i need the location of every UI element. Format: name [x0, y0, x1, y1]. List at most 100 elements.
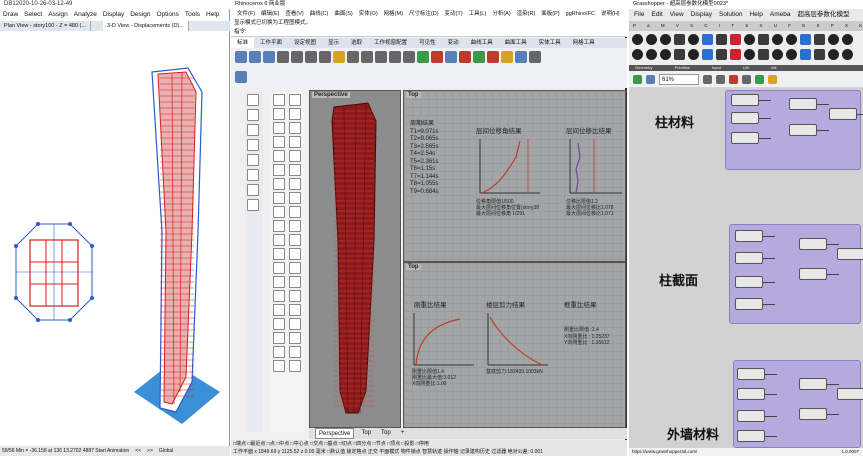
- sidebar-command-icon[interactable]: [273, 276, 285, 288]
- sidebar-command-icon[interactable]: [289, 150, 301, 162]
- gh-component[interactable]: [829, 108, 857, 120]
- ribbon-tab-transform[interactable]: 变动: [442, 38, 465, 48]
- gh-component-icon[interactable]: [730, 34, 741, 45]
- gh-component-tabs[interactable]: P a M V S C I T S X U F E X P X K R E: [629, 21, 863, 31]
- perspective-viewport[interactable]: Perspective: [309, 90, 401, 428]
- sidebar-tool-icon[interactable]: [247, 154, 259, 166]
- cut-icon[interactable]: [291, 51, 303, 63]
- zoom-level-field[interactable]: 61%: [659, 73, 699, 85]
- sidebar-command-icon[interactable]: [273, 150, 285, 162]
- sidebar-command-icon[interactable]: [273, 248, 285, 260]
- gh-component-icon[interactable]: [842, 34, 853, 45]
- anim-back-button[interactable]: <<: [135, 446, 141, 456]
- gh-component[interactable]: [799, 238, 827, 250]
- gh-component-icon[interactable]: [758, 49, 769, 60]
- sidebar-command-icon[interactable]: [289, 94, 301, 106]
- sidebar-command-icon[interactable]: [289, 178, 301, 190]
- sidebar-tool-icon[interactable]: [247, 199, 259, 211]
- paste-icon[interactable]: [319, 51, 331, 63]
- menu-tools[interactable]: Tools: [185, 9, 200, 20]
- gh-component[interactable]: [799, 378, 827, 390]
- menu-draw[interactable]: Draw: [3, 9, 18, 20]
- gh-component[interactable]: [799, 268, 827, 280]
- gh-open-icon[interactable]: [646, 74, 655, 84]
- rhino-menu-dimension[interactable]: 尺寸标注(D): [409, 9, 439, 19]
- rhino-menu-curve[interactable]: 曲线(C): [310, 9, 329, 19]
- gh-component-icon[interactable]: [744, 34, 755, 45]
- menu-options[interactable]: Options: [156, 9, 178, 20]
- sidebar-command-icon[interactable]: [289, 164, 301, 176]
- layer-icon[interactable]: [431, 51, 443, 63]
- sidebar-command-icon[interactable]: [289, 220, 301, 232]
- menu-display[interactable]: Display: [103, 9, 124, 20]
- gh-component[interactable]: [731, 112, 759, 124]
- gh-component-icon[interactable]: [688, 34, 699, 45]
- gh-menu-file[interactable]: File: [634, 9, 644, 21]
- sidebar-command-icon[interactable]: [273, 290, 285, 302]
- sidebar-command-icon[interactable]: [289, 332, 301, 344]
- sidebar-tool-icon[interactable]: [247, 169, 259, 181]
- zoom-icon[interactable]: [375, 51, 387, 63]
- rhino-menu-edit[interactable]: 编辑(E): [261, 9, 279, 19]
- gh-component-icon[interactable]: [702, 49, 713, 60]
- gh-component[interactable]: [789, 124, 817, 136]
- sidebar-command-icon[interactable]: [289, 360, 301, 372]
- gh-component-icon[interactable]: [814, 34, 825, 45]
- gh-component-icon[interactable]: [660, 34, 671, 45]
- properties-icon[interactable]: [445, 51, 457, 63]
- sidebar-command-icon[interactable]: [289, 290, 301, 302]
- undo-icon[interactable]: [333, 51, 345, 63]
- new-file-icon[interactable]: [235, 51, 247, 63]
- sidebar-command-icon[interactable]: [289, 192, 301, 204]
- gh-component-icon[interactable]: [800, 49, 811, 60]
- sidebar-command-icon[interactable]: [273, 346, 285, 358]
- sidebar-command-icon[interactable]: [273, 108, 285, 120]
- eye-icon[interactable]: [716, 74, 725, 84]
- sidebar-command-icon[interactable]: [273, 206, 285, 218]
- rhino-menu-ifc[interactable]: ggRhinoIFC: [566, 9, 595, 19]
- ribbon-tab-mesh-tools[interactable]: 网格工具: [567, 38, 601, 48]
- gh-component[interactable]: [737, 430, 765, 442]
- ribbon-tab-display[interactable]: 显示: [322, 38, 345, 48]
- gh-component-icon[interactable]: [786, 34, 797, 45]
- open-file-icon[interactable]: [249, 51, 261, 63]
- top-viewport-2-label[interactable]: Top: [406, 264, 421, 270]
- ribbon-tab-standard[interactable]: 标准: [231, 38, 255, 48]
- gh-component-icon[interactable]: [744, 49, 755, 60]
- gh-menu-ameba[interactable]: Ameba: [770, 9, 791, 21]
- zoom-extents-icon[interactable]: [403, 51, 415, 63]
- zoom-window-icon[interactable]: [389, 51, 401, 63]
- ribbon-tab-solid-tools[interactable]: 实体工具: [533, 38, 567, 48]
- command-area[interactable]: 显示模式已切换为工程图模式。 指令:: [231, 19, 627, 37]
- coord-system-select[interactable]: Global: [159, 446, 173, 456]
- copy-icon[interactable]: [305, 51, 317, 63]
- gh-component-icon[interactable]: [660, 49, 671, 60]
- shade-icon[interactable]: [473, 51, 485, 63]
- gh-component[interactable]: [789, 98, 817, 110]
- viewport-tab-perspective[interactable]: Perspective: [315, 428, 355, 439]
- gh-component-icon[interactable]: [716, 34, 727, 45]
- sidebar-command-icon[interactable]: [273, 178, 285, 190]
- command-prompt[interactable]: 指令:: [234, 28, 627, 37]
- sidebar-command-icon[interactable]: [273, 122, 285, 134]
- light-icon[interactable]: [501, 51, 513, 63]
- plan-view-canvas[interactable]: [0, 32, 116, 444]
- menu-help[interactable]: Help: [206, 9, 219, 20]
- gh-component-icon[interactable]: [646, 49, 657, 60]
- rhino-menu-render[interactable]: 渲染(R): [517, 9, 536, 19]
- sidebar-tool-icon[interactable]: [247, 94, 259, 106]
- gh-component-icon[interactable]: [828, 34, 839, 45]
- gh-component-icon[interactable]: [716, 49, 727, 60]
- gh-menu-help[interactable]: Help: [749, 9, 762, 21]
- sidebar-command-icon[interactable]: [273, 332, 285, 344]
- help-circle-icon[interactable]: [235, 71, 247, 83]
- ribbon-tab-surface-tools[interactable]: 曲面工具: [499, 38, 533, 48]
- menu-assign[interactable]: Assign: [48, 9, 68, 20]
- menu-select[interactable]: Select: [24, 9, 42, 20]
- sidebar-command-icon[interactable]: [273, 234, 285, 246]
- gh-menu-edit[interactable]: Edit: [651, 9, 662, 21]
- sidebar-tool-icon[interactable]: [247, 139, 259, 151]
- rhino-menu-file[interactable]: 文件(F): [237, 9, 255, 19]
- sidebar-command-icon[interactable]: [289, 122, 301, 134]
- save-icon[interactable]: [263, 51, 275, 63]
